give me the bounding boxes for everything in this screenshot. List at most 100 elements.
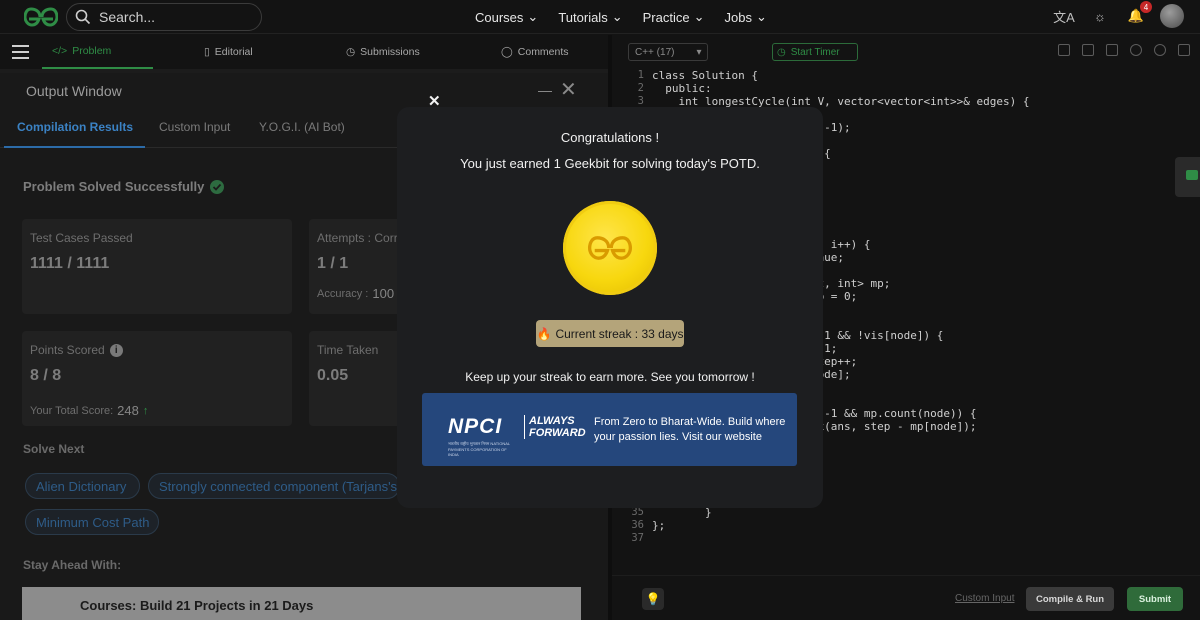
geekbit-coin-icon [563, 201, 657, 295]
solved-status-text: Problem Solved Successfully [23, 179, 205, 194]
tab-comments-label[interactable]: Comments [518, 46, 569, 58]
npci-ad-banner[interactable]: NPCI भारतीय राष्ट्रीय भुगतान निगम NATION… [422, 393, 797, 466]
clock-icon: ◷ [346, 46, 356, 58]
npci-logo: NPCI [448, 415, 503, 438]
test-cases-value: 1111 / 1111 [30, 255, 110, 272]
search-bar[interactable]: Search... [66, 3, 262, 31]
modal-title: Congratulations ! [560, 130, 660, 145]
settings-icon[interactable] [1130, 44, 1142, 56]
stay-ahead-banner[interactable]: Courses: Build 21 Projects in 21 Days [22, 587, 581, 620]
tab-submissions-label[interactable]: Submissions [360, 46, 420, 58]
side-chat-tab[interactable] [1175, 157, 1200, 197]
tab-editorial-label[interactable]: Editorial [215, 46, 253, 58]
time-card: Time Taken 0.05 [309, 331, 409, 426]
npci-tagline-1: ALWAYS [529, 415, 575, 427]
points-value: 8 / 8 [30, 367, 62, 384]
problem-tabs: </> Problem ▯ Editorial ◷ Submissions ◯ Comm… [0, 35, 608, 69]
points-label: Points Scored [30, 343, 105, 357]
upload-icon[interactable] [1082, 44, 1094, 56]
nav-jobs-label[interactable]: Jobs [724, 10, 751, 25]
tab-yogi-ai-bot[interactable]: Y.O.G.I. (AI Bot) [259, 120, 345, 134]
chat-icon [1186, 170, 1198, 180]
fire-icon: 🔥 [536, 326, 552, 341]
line-number: 36 [631, 519, 644, 531]
bookmark-icon[interactable] [1106, 44, 1118, 56]
npci-logo-subtext: भारतीय राष्ट्रीय भुगतान निगम NATIONAL PA… [448, 441, 510, 457]
code-line[interactable]: }; [652, 519, 665, 532]
editor-footer: 💡 Custom Input Compile & Run Submit [612, 575, 1200, 620]
time-label: Time Taken [317, 343, 379, 357]
line-number: 2 [637, 82, 644, 94]
nav-practice-label[interactable]: Practice [643, 10, 690, 25]
tab-comments[interactable]: ◯ Comments [501, 35, 569, 69]
search-placeholder[interactable]: Search... [99, 9, 155, 25]
document-icon: ▯ [204, 46, 210, 58]
gfg-logo-icon[interactable] [24, 6, 58, 28]
notification-bell-icon[interactable]: 🔔 4 [1124, 1, 1152, 28]
total-score-row: Your Total Score: 248 ↑ [30, 403, 148, 418]
tab-submissions[interactable]: ◷ Submissions [346, 35, 420, 69]
custom-input-link[interactable]: Custom Input [955, 593, 1014, 604]
solve-next-item[interactable]: Alien Dictionary [25, 473, 140, 499]
nav-practice[interactable]: Practice ⌄ [643, 9, 705, 25]
editor-action-icons [1058, 44, 1190, 56]
streak-text: Current streak : 33 days [555, 326, 684, 341]
tab-problem-label[interactable]: Problem [72, 45, 111, 57]
attempts-card: Attempts : Corr 1 / 1 Accuracy :100 [309, 219, 409, 314]
nav-courses[interactable]: Courses ⌄ [475, 9, 538, 25]
solve-next-item[interactable]: Strongly connected component (Tarjans's [148, 473, 400, 499]
stay-ahead-title: Stay Ahead With: [23, 558, 122, 572]
translate-icon[interactable]: 文A [1052, 4, 1076, 28]
line-number: 1 [637, 69, 644, 81]
code-line[interactable]: class Solution { [652, 69, 758, 82]
time-value: 0.05 [317, 367, 349, 384]
active-tab-indicator [4, 146, 145, 148]
chevron-down-icon: ⌄ [755, 9, 767, 24]
chevron-down-icon: ⌄ [693, 9, 705, 24]
submit-button[interactable]: Submit [1127, 587, 1183, 611]
modal-close-icon[interactable]: ✕ [428, 92, 441, 110]
solve-next-item[interactable]: Minimum Cost Path [25, 509, 159, 535]
copy-icon[interactable] [1058, 44, 1070, 56]
language-select[interactable]: C++ (17) ▾ [628, 43, 708, 61]
top-navbar: Search... Courses ⌄ Tutorials ⌄ Practice ⌄ … [0, 0, 1200, 34]
solved-status: Problem Solved Successfully [23, 179, 225, 194]
code-line[interactable]: public: [652, 82, 711, 95]
congratulations-modal: Congratulations ! You just earned 1 Geek… [397, 107, 823, 508]
start-timer-button[interactable]: ◷ Start Timer [772, 43, 858, 61]
streak-badge: 🔥 Current streak : 33 days [536, 320, 684, 347]
user-avatar[interactable] [1160, 4, 1184, 28]
chevron-down-icon: ⌄ [611, 9, 623, 24]
hamburger-menu-icon[interactable] [12, 45, 29, 59]
minimize-icon[interactable] [538, 91, 552, 92]
tab-custom-input[interactable]: Custom Input [159, 120, 230, 134]
points-label-row: Points Scored i [30, 343, 123, 357]
lightbulb-icon[interactable]: 💡 [642, 588, 664, 610]
attempts-value: 1 / 1 [317, 255, 349, 272]
tab-compilation-results[interactable]: Compilation Results [17, 120, 133, 134]
code-icon: </> [52, 45, 68, 57]
nav-tutorials-label[interactable]: Tutorials [558, 10, 607, 25]
points-card: Points Scored i 8 / 8 Your Total Score: 24… [22, 331, 292, 426]
theme-toggle-icon[interactable]: ☼ [1088, 4, 1112, 28]
info-icon[interactable]: i [109, 343, 123, 357]
attempts-label: Attempts : Corr [317, 231, 398, 245]
nav-courses-label[interactable]: Courses [475, 10, 523, 25]
notification-badge: 4 [1140, 1, 1152, 13]
main-nav-links: Courses ⌄ Tutorials ⌄ Practice ⌄ Jobs ⌄ [475, 0, 767, 34]
accuracy-value: 100 [372, 286, 395, 301]
timer-icon: ◷ [777, 46, 786, 58]
fullscreen-icon[interactable] [1178, 44, 1190, 56]
compile-run-button[interactable]: Compile & Run [1026, 587, 1114, 611]
app-root: Search... Courses ⌄ Tutorials ⌄ Practice ⌄ … [0, 0, 1200, 620]
reset-icon[interactable] [1154, 44, 1166, 56]
solve-next-title: Solve Next [23, 442, 85, 456]
tab-problem[interactable]: </> Problem [42, 35, 153, 69]
close-icon[interactable]: ✕ [560, 77, 577, 102]
test-cases-label: Test Cases Passed [30, 231, 133, 245]
nav-tutorials[interactable]: Tutorials ⌄ [558, 9, 622, 25]
test-cases-card: Test Cases Passed 1111 / 1111 [22, 219, 292, 314]
line-number: 37 [631, 532, 644, 544]
nav-jobs[interactable]: Jobs ⌄ [724, 9, 766, 25]
tab-editorial[interactable]: ▯ Editorial [204, 35, 253, 69]
